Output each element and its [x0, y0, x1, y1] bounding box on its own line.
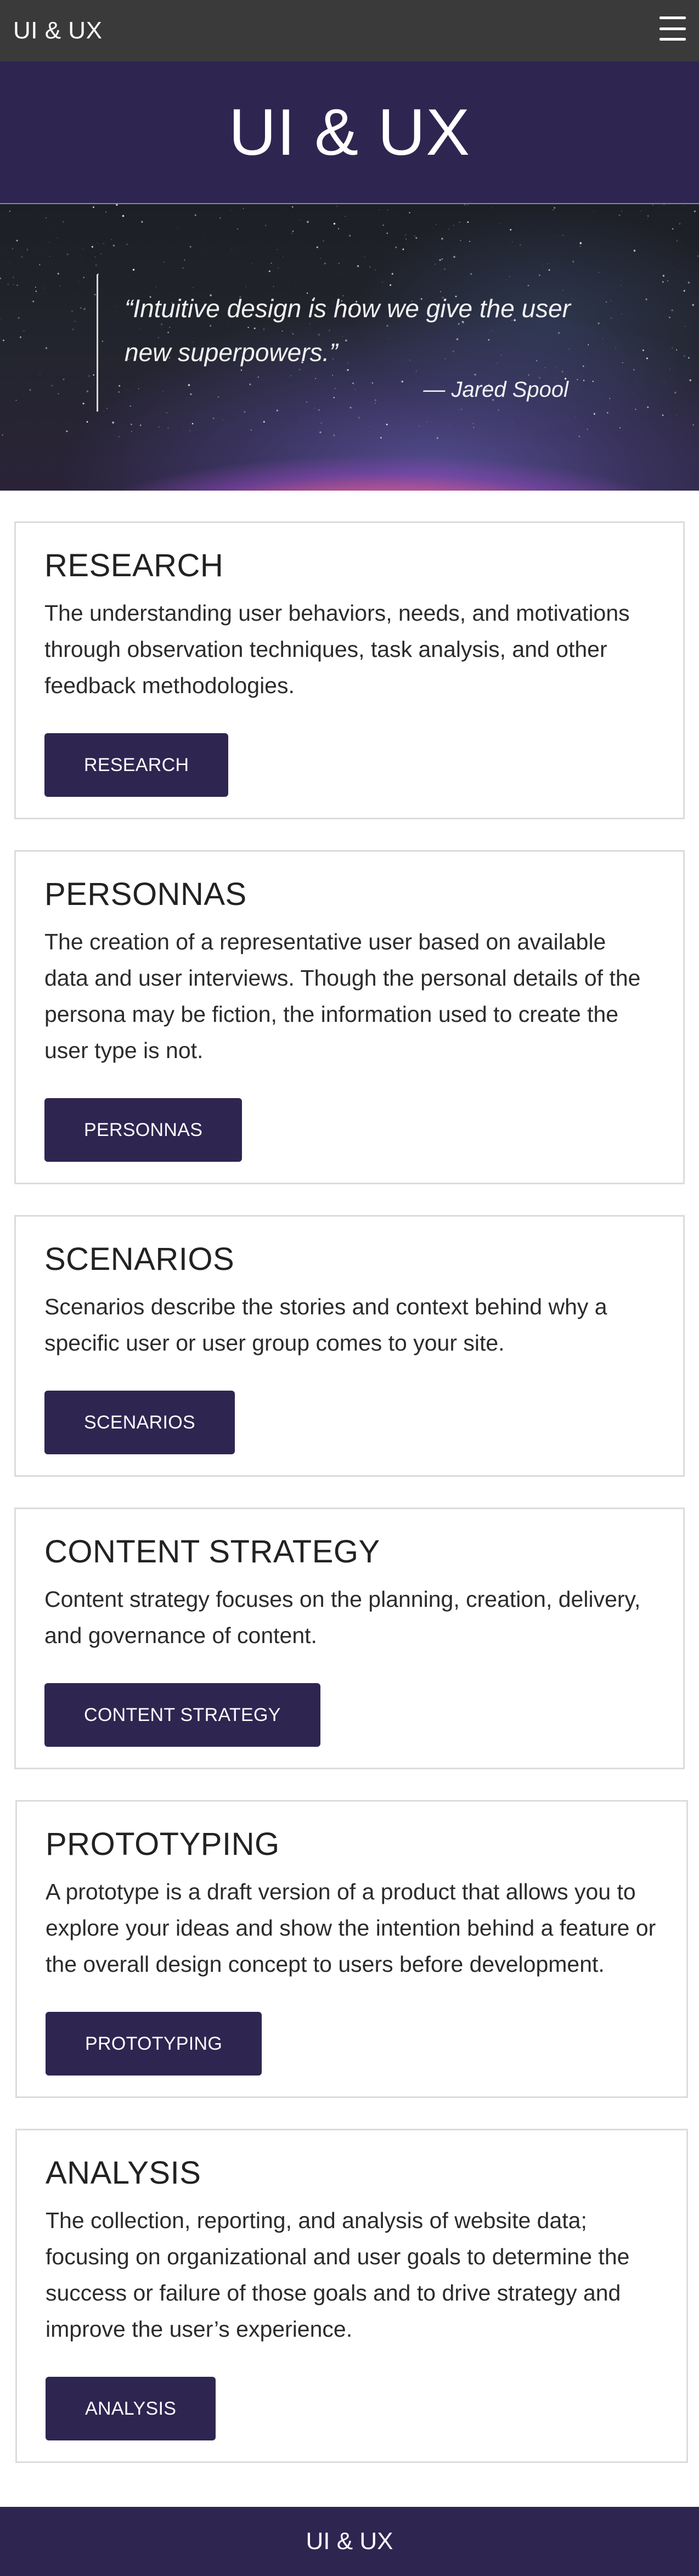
section-card-content-strategy: CONTENT STRATEGY Content strategy focuse… [14, 1508, 685, 1769]
scenarios-button[interactable]: SCENARIOS [44, 1391, 235, 1454]
sections-list: RESEARCH The understanding user behavior… [0, 521, 699, 2479]
quote-author: — Jared Spool [423, 378, 568, 402]
section-body: The collection, reporting, and analysis … [46, 2208, 630, 2342]
prototyping-button[interactable]: PROTOTYPING [46, 2012, 262, 2076]
hero-quote: “Intuitive design is how we give the use… [97, 274, 579, 412]
section-body: The creation of a representative user ba… [44, 929, 641, 1063]
page-footer: UI & UX [0, 2507, 699, 2576]
section-card-personnas: PERSONNAS The creation of a representati… [14, 850, 685, 1184]
page-header: UI & UX [0, 61, 699, 204]
section-body: Content strategy focuses on the planning… [44, 1587, 641, 1648]
hamburger-line [659, 16, 686, 19]
section-body: Scenarios describe the stories and conte… [44, 1294, 607, 1356]
footer-text: UI & UX [306, 2528, 393, 2555]
section-title: SCENARIOS [44, 1241, 235, 1277]
section-card-prototyping: PROTOTYPING A prototype is a draft versi… [15, 1800, 688, 2098]
section-title: PROTOTYPING [46, 1826, 280, 1862]
section-title: CONTENT STRATEGY [44, 1534, 380, 1570]
section-card-analysis: ANALYSIS The collection, reporting, and … [15, 2129, 688, 2463]
quote-text: “Intuitive design is how we give the use… [125, 294, 571, 367]
hamburger-line [659, 27, 686, 30]
research-button[interactable]: RESEARCH [44, 733, 229, 797]
hero-banner: “Intuitive design is how we give the use… [0, 204, 699, 491]
hamburger-menu-icon[interactable] [659, 16, 686, 41]
personnas-button[interactable]: PERSONNAS [44, 1098, 243, 1162]
navbar-brand[interactable]: UI & UX [13, 17, 102, 44]
hamburger-line [659, 38, 686, 41]
section-body: The understanding user behaviors, needs,… [44, 600, 630, 698]
section-title: PERSONNAS [44, 876, 247, 912]
analysis-button[interactable]: ANALYSIS [46, 2377, 216, 2440]
page-title: UI & UX [228, 95, 471, 169]
section-body: A prototype is a draft version of a prod… [46, 1879, 656, 1977]
top-navbar: UI & UX [0, 0, 699, 61]
section-title: RESEARCH [44, 548, 224, 583]
section-card-scenarios: SCENARIOS Scenarios describe the stories… [14, 1215, 685, 1477]
section-title: ANALYSIS [46, 2155, 201, 2191]
content-strategy-button[interactable]: CONTENT STRATEGY [44, 1683, 320, 1747]
section-card-research: RESEARCH The understanding user behavior… [14, 521, 685, 819]
